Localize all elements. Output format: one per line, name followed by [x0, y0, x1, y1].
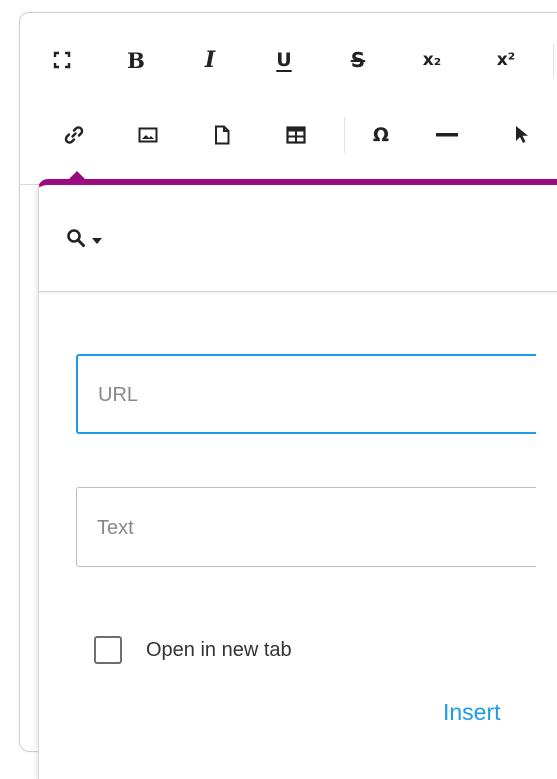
bold-icon: B — [127, 47, 145, 73]
toolbar-separator — [344, 117, 345, 153]
horizontal-line-icon — [436, 132, 458, 138]
superscript-icon: x² — [496, 50, 516, 70]
insert-file-button[interactable] — [200, 115, 244, 155]
special-char-icon: Ω — [372, 124, 390, 146]
link-popup: Open in new tab Insert — [38, 179, 557, 779]
fullscreen-button[interactable] — [40, 40, 84, 80]
insert-button[interactable]: Insert — [443, 699, 501, 726]
cursor-pointer-icon — [515, 125, 529, 145]
strikethrough-icon: S — [350, 48, 366, 72]
insert-table-button[interactable] — [274, 115, 318, 155]
link-icon — [63, 124, 85, 146]
open-in-new-tab-option[interactable]: Open in new tab — [94, 636, 292, 664]
link-popup-header — [39, 185, 557, 292]
insert-image-button[interactable] — [126, 115, 170, 155]
insert-horizontal-line-button[interactable] — [425, 115, 469, 155]
subscript-button[interactable]: x₂ — [410, 40, 454, 80]
insert-link-button[interactable] — [52, 115, 96, 155]
table-icon — [286, 126, 306, 144]
file-icon — [214, 125, 230, 145]
link-search-button[interactable] — [66, 225, 102, 255]
italic-icon: I — [204, 47, 216, 73]
toolbar-separator — [553, 44, 554, 78]
special-characters-button[interactable]: Ω — [359, 115, 403, 155]
bold-button[interactable]: B — [114, 40, 158, 80]
open-in-new-tab-checkbox[interactable] — [94, 636, 122, 664]
strikethrough-button[interactable]: S — [336, 40, 380, 80]
caret-down-icon — [92, 231, 102, 249]
underline-button[interactable]: U — [262, 40, 306, 80]
select-all-button[interactable] — [500, 115, 544, 155]
text-input[interactable] — [95, 488, 519, 568]
text-field[interactable] — [76, 487, 536, 568]
open-in-new-tab-label: Open in new tab — [146, 638, 292, 661]
italic-button[interactable]: I — [188, 40, 232, 80]
url-field[interactable] — [76, 354, 536, 434]
image-icon — [138, 127, 158, 143]
url-input[interactable] — [96, 356, 520, 434]
search-icon — [66, 228, 86, 253]
underline-icon: U — [276, 49, 292, 71]
fullscreen-icon — [53, 51, 71, 69]
subscript-icon: x₂ — [422, 50, 442, 70]
superscript-button[interactable]: x² — [484, 40, 528, 80]
